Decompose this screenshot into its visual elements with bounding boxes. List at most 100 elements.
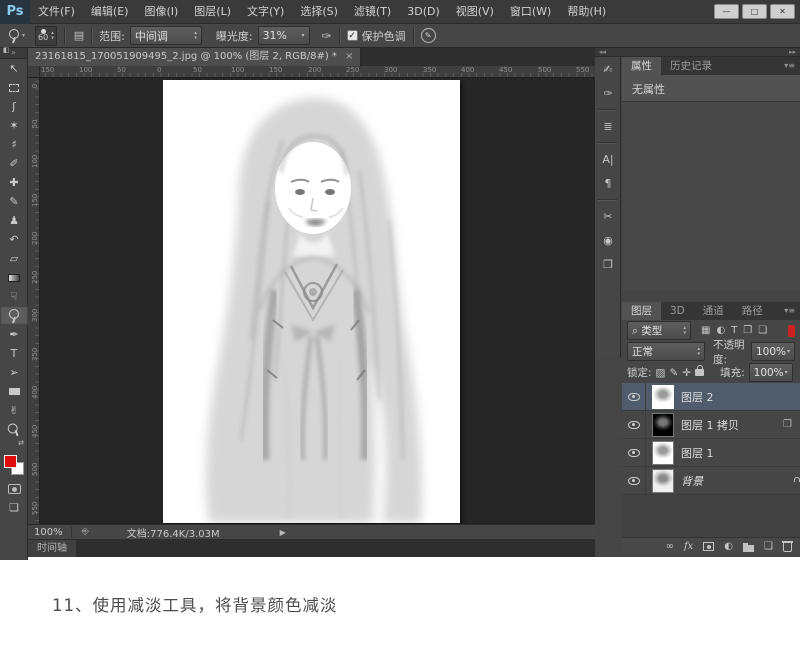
swap-colors-icon[interactable]: ◧⇄ xyxy=(0,439,27,447)
lock-image-icon[interactable]: ✎ xyxy=(669,367,678,379)
delete-layer-icon[interactable] xyxy=(783,543,792,552)
menu-window[interactable]: 窗口(W) xyxy=(502,0,559,24)
collapse-panels-icon[interactable]: ◂◂ xyxy=(599,48,606,56)
filter-kind-dropdown[interactable]: ⌕ 类型 ▴▾ xyxy=(627,321,691,340)
layer-name[interactable]: 图层 1 拷贝 xyxy=(681,417,783,433)
quick-mask-toggle[interactable] xyxy=(0,479,28,498)
layer-name[interactable]: 背景 xyxy=(681,473,792,489)
type-tool[interactable]: T xyxy=(0,344,28,363)
panel-menu-icon[interactable]: ▾≡ xyxy=(784,302,800,320)
lock-all-icon[interactable] xyxy=(695,369,704,376)
tab-layers[interactable]: 图层 xyxy=(622,302,661,320)
filter-image-icon[interactable]: ▦ xyxy=(701,325,710,336)
protect-tones-checkbox[interactable]: ✓ xyxy=(347,30,358,41)
shape-tool[interactable] xyxy=(0,382,28,401)
horizontal-ruler[interactable]: 150100 500 50100 150200 250300 350400 45… xyxy=(40,66,595,78)
layer-thumbnail[interactable] xyxy=(652,385,674,409)
lock-transparency-icon[interactable]: ▨ xyxy=(656,367,666,379)
menu-image[interactable]: 图像(I) xyxy=(136,0,186,24)
vertical-ruler[interactable]: 050 100150 200250 300350 400450 500550 xyxy=(28,78,40,524)
zoom-level[interactable]: 100% xyxy=(28,527,72,538)
brush-preset-picker[interactable]: 60 ▴▾ xyxy=(35,26,57,46)
clone-source-panel-icon[interactable]: ≣ xyxy=(595,114,621,138)
new-group-icon[interactable] xyxy=(743,545,754,552)
clone-stamp-tool[interactable]: ♟ xyxy=(0,211,28,230)
visibility-toggle[interactable] xyxy=(622,383,646,411)
magic-wand-tool[interactable]: ✶ xyxy=(0,116,28,135)
layer-row-background[interactable]: 背景 xyxy=(622,467,800,495)
eyedropper-tool[interactable]: ✐ xyxy=(0,154,28,173)
document-tab[interactable]: 23161815_170051909495_2.jpg @ 100% (图层 2… xyxy=(28,48,361,66)
layer-style-icon[interactable]: fx xyxy=(684,541,693,552)
export-icon[interactable]: ⎆ xyxy=(82,527,89,537)
menu-3d[interactable]: 3D(D) xyxy=(399,0,448,24)
filter-type-icon[interactable]: T xyxy=(731,325,737,336)
crop-tool[interactable]: ♯ xyxy=(0,135,28,154)
add-mask-icon[interactable] xyxy=(703,542,714,551)
brush-panel-icon[interactable]: ✑ xyxy=(595,81,621,105)
move-tool[interactable]: ↖ xyxy=(0,59,28,78)
visibility-toggle[interactable] xyxy=(622,439,646,467)
menu-file[interactable]: 文件(F) xyxy=(30,0,83,24)
filter-switch-toggle[interactable] xyxy=(788,325,795,337)
adjustment-layer-icon[interactable]: ◐ xyxy=(724,541,733,552)
layer-thumbnail[interactable] xyxy=(652,441,674,465)
brush-panel-toggle-icon[interactable]: ▤ xyxy=(74,29,84,42)
gradient-tool[interactable] xyxy=(0,268,28,287)
menu-type[interactable]: 文字(Y) xyxy=(239,0,292,24)
brush-pressure-toggle-icon[interactable]: ✎ xyxy=(421,28,436,43)
brush-tool[interactable]: ✎ xyxy=(0,192,28,211)
layer-name[interactable]: 图层 2 xyxy=(681,389,800,405)
panel-menu-icon[interactable]: ▾≡ xyxy=(784,57,800,75)
layer-row-layer1[interactable]: 图层 1 xyxy=(622,439,800,467)
close-button[interactable]: ✕ xyxy=(770,4,795,19)
tab-properties[interactable]: 属性 xyxy=(622,57,661,75)
menu-filter[interactable]: 滤镜(T) xyxy=(346,0,399,24)
menu-select[interactable]: 选择(S) xyxy=(292,0,346,24)
expand-panels-icon[interactable]: ▸▸ xyxy=(789,48,796,56)
default-colors-icon[interactable]: ◧ xyxy=(3,46,10,54)
new-layer-icon[interactable]: ❑ xyxy=(764,541,773,552)
cc-libraries-panel-icon[interactable]: ◉ xyxy=(595,228,621,252)
layer-row-layer2[interactable]: 图层 2 xyxy=(622,383,800,411)
visibility-toggle[interactable] xyxy=(622,411,646,439)
menu-layer[interactable]: 图层(L) xyxy=(186,0,239,24)
filter-smart-object-icon[interactable]: ❏ xyxy=(758,325,767,336)
tab-channels[interactable]: 通道 xyxy=(694,302,733,320)
exposure-dropdown[interactable]: 31% ▾ xyxy=(258,26,310,45)
minimize-button[interactable]: — xyxy=(714,4,739,19)
eraser-tool[interactable]: ▱ xyxy=(0,249,28,268)
pen-tool[interactable]: ✒ xyxy=(0,325,28,344)
notes-panel-icon[interactable]: ❒ xyxy=(595,252,621,276)
opacity-dropdown[interactable]: 100% ▾ xyxy=(751,342,795,361)
tab-3d[interactable]: 3D xyxy=(661,302,694,320)
tab-history[interactable]: 历史记录 xyxy=(661,57,721,75)
smudge-tool[interactable]: ☟ xyxy=(0,287,28,306)
healing-brush-tool[interactable]: ✚ xyxy=(0,173,28,192)
fill-dropdown[interactable]: 100% ▾ xyxy=(749,363,793,382)
layer-thumbnail[interactable] xyxy=(652,469,674,493)
airbrush-toggle-icon[interactable]: ✑ xyxy=(322,29,332,43)
document-image[interactable] xyxy=(163,80,460,523)
filter-adjustment-icon[interactable]: ◐ xyxy=(716,325,725,336)
layer-thumbnail[interactable] xyxy=(652,413,674,437)
close-document-icon[interactable]: × xyxy=(345,48,353,66)
zoom-tool[interactable] xyxy=(0,420,28,439)
range-dropdown[interactable]: 中间调 ▴▾ xyxy=(130,26,202,45)
screen-mode-toggle[interactable]: ❏ xyxy=(0,498,28,517)
dodge-tool[interactable] xyxy=(0,306,28,325)
link-layers-icon[interactable]: ∞ xyxy=(666,541,674,552)
lock-position-icon[interactable]: ✛ xyxy=(682,367,691,379)
brush-spinner[interactable]: ▴▾ xyxy=(51,31,54,41)
tab-paths[interactable]: 路径 xyxy=(733,302,772,320)
lasso-tool[interactable]: ʃ xyxy=(0,97,28,116)
maximize-button[interactable]: □ xyxy=(742,4,767,19)
path-selection-tool[interactable]: ➢ xyxy=(0,363,28,382)
menu-view[interactable]: 视图(V) xyxy=(448,0,502,24)
foreground-color-swatch[interactable] xyxy=(4,455,17,468)
canvas-area[interactable] xyxy=(40,78,595,524)
marquee-tool[interactable] xyxy=(0,78,28,97)
character-panel-icon[interactable]: A| xyxy=(595,147,621,171)
paragraph-panel-icon[interactable]: ¶ xyxy=(595,171,621,195)
menu-help[interactable]: 帮助(H) xyxy=(559,0,614,24)
